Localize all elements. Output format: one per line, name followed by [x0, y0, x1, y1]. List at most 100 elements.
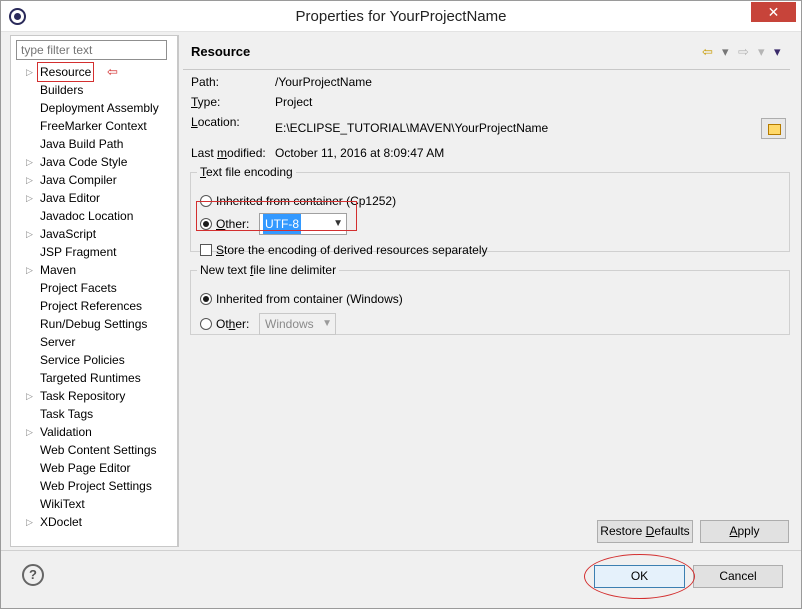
tree-item[interactable]: Task Tags: [11, 405, 177, 423]
tree-item[interactable]: ▷ Java Compiler: [11, 171, 177, 189]
tree-item-label: Deployment Assembly: [40, 101, 159, 115]
tree-item[interactable]: ▷ XDoclet: [11, 513, 177, 531]
delimiter-inherited-option[interactable]: Inherited from container (Windows): [200, 291, 403, 307]
tree-item-label: Service Policies: [40, 353, 125, 367]
store-encoding-option[interactable]: Store the encoding of derived resources …: [200, 242, 488, 258]
cancel-button[interactable]: Cancel: [693, 565, 783, 588]
expand-arrow-icon[interactable]: ▷: [26, 153, 36, 171]
close-button[interactable]: ✕: [751, 2, 796, 22]
tree-item[interactable]: Service Policies: [11, 351, 177, 369]
tree-item-label: Maven: [40, 263, 77, 277]
filter-input[interactable]: [16, 40, 167, 60]
forward-arrow-icon[interactable]: ⇨: [738, 44, 749, 60]
expand-arrow-icon[interactable]: ▷: [26, 513, 36, 531]
tree-item-label: Java Compiler: [40, 173, 117, 187]
tree-item-label: Server: [40, 335, 76, 349]
annotation-arrow-icon: ⇦: [107, 64, 118, 79]
tree-item-label: Builders: [40, 83, 84, 97]
expand-arrow-icon[interactable]: ▷: [26, 387, 36, 405]
path-value: /YourProjectName: [275, 75, 372, 89]
tree-item-label: JavaScript: [40, 227, 97, 241]
tree-item[interactable]: Javadoc Location: [11, 207, 177, 225]
window-title: Properties for YourProjectName: [295, 8, 507, 25]
tree-item[interactable]: ▷ Validation: [11, 423, 177, 441]
page-title: Resource: [191, 44, 251, 59]
line-delimiter-legend: New text file line delimiter: [200, 263, 337, 277]
tree-item[interactable]: Web Project Settings: [11, 477, 177, 495]
tree-item[interactable]: ▷ Java Editor: [11, 189, 177, 207]
expand-arrow-icon[interactable]: ▷: [26, 171, 36, 189]
show-in-explorer-button[interactable]: [761, 118, 786, 139]
last-modified-label: Last modified:: [191, 146, 266, 160]
delimiter-other-option[interactable]: Other:: [200, 316, 249, 332]
delimiter-inherited-radio[interactable]: [200, 293, 212, 305]
tree-item-label: XDoclet: [40, 515, 83, 529]
text-file-encoding-legend: Text file encoding: [200, 165, 293, 179]
type-value: Project: [275, 95, 313, 109]
tree-item[interactable]: Project References: [11, 297, 177, 315]
tree-item-label: Javadoc Location: [40, 209, 134, 223]
resource-page: Resource ⇦ ▾ ⇨ ▾ ▾ Path: /YourProjectNam…: [178, 35, 794, 547]
preference-tree-panel: ▷Resource⇦BuildersDeployment AssemblyFre…: [10, 35, 178, 547]
help-icon[interactable]: ?: [22, 564, 44, 586]
tree-item[interactable]: WikiText: [11, 495, 177, 513]
tree-item[interactable]: Web Content Settings: [11, 441, 177, 459]
delimiter-other-radio[interactable]: [200, 318, 212, 330]
chevron-down-icon: ▼: [322, 318, 332, 329]
tree-item[interactable]: JSP Fragment: [11, 243, 177, 261]
tree-item-label: WikiText: [40, 497, 85, 511]
tree-item-label: Java Build Path: [40, 137, 124, 151]
tree-item[interactable]: Server: [11, 333, 177, 351]
tree-item-label: Java Code Style: [40, 155, 128, 169]
tree-item[interactable]: ▷ Task Repository: [11, 387, 177, 405]
tree-item-label: FreeMarker Context: [40, 119, 147, 133]
tree-item[interactable]: Targeted Runtimes: [11, 369, 177, 387]
expand-arrow-icon[interactable]: ▷: [26, 225, 36, 243]
expand-arrow-icon[interactable]: ▷: [26, 189, 36, 207]
tree-item-label: Task Tags: [40, 407, 94, 421]
tree-item-label: Web Page Editor: [40, 461, 131, 475]
path-label: Path:: [191, 75, 220, 89]
tree-item[interactable]: Builders: [11, 81, 177, 99]
last-modified-value: October 11, 2016 at 8:09:47 AM: [275, 146, 445, 160]
tree-item-label: Project Facets: [40, 281, 117, 295]
tree-item[interactable]: ▷ Maven: [11, 261, 177, 279]
back-arrow-icon[interactable]: ⇦: [702, 44, 713, 60]
type-label: Type:: [191, 95, 221, 109]
tree-item-label: Resource: [36, 62, 95, 82]
tree-item[interactable]: Deployment Assembly: [11, 99, 177, 117]
preference-tree: ▷ Resource ⇦ Builders Deployment Assembly Fre…: [11, 62, 177, 531]
tree-item[interactable]: Run/Debug Settings: [11, 315, 177, 333]
apply-button[interactable]: Apply: [700, 520, 789, 543]
tree-item[interactable]: ▷ Java Code Style: [11, 153, 177, 171]
tree-item-label: Task Repository: [40, 389, 126, 403]
store-encoding-checkbox[interactable]: [200, 244, 212, 256]
tree-item[interactable]: Project Facets: [11, 279, 177, 297]
tree-item-label: Java Editor: [40, 191, 101, 205]
view-menu-icon[interactable]: ▾: [774, 44, 781, 60]
tree-item-label: JSP Fragment: [40, 245, 117, 259]
tree-item-label: Project References: [40, 299, 143, 313]
back-history-dropdown-icon[interactable]: ▾: [722, 44, 729, 60]
tree-item-label: Validation: [40, 425, 92, 439]
tree-item-label: Targeted Runtimes: [40, 371, 141, 385]
tree-item[interactable]: Web Page Editor: [11, 459, 177, 477]
tree-item-label: Run/Debug Settings: [40, 317, 148, 331]
annotation-highlight-box: [196, 201, 357, 231]
tree-item[interactable]: FreeMarker Context: [11, 117, 177, 135]
delimiter-combo[interactable]: Windows ▼: [259, 313, 336, 335]
restore-defaults-button[interactable]: Restore Defaults: [597, 520, 693, 543]
page-navigation: ⇦ ▾ ⇨ ▾ ▾: [700, 44, 781, 60]
expand-arrow-icon[interactable]: ▷: [26, 63, 36, 81]
location-label: Location:: [191, 115, 240, 129]
tree-item[interactable]: ▷ JavaScript: [11, 225, 177, 243]
forward-history-dropdown-icon[interactable]: ▾: [758, 44, 765, 60]
tree-item[interactable]: Java Build Path: [11, 135, 177, 153]
properties-dialog: Properties for YourProjectName ✕ ▷Resour…: [0, 0, 802, 609]
tree-item-label: Web Content Settings: [40, 443, 157, 457]
expand-arrow-icon[interactable]: ▷: [26, 423, 36, 441]
tree-item[interactable]: ▷ Resource ⇦: [11, 62, 177, 82]
expand-arrow-icon[interactable]: ▷: [26, 261, 36, 279]
header-separator: [183, 69, 790, 70]
bottom-separator: [1, 550, 801, 551]
